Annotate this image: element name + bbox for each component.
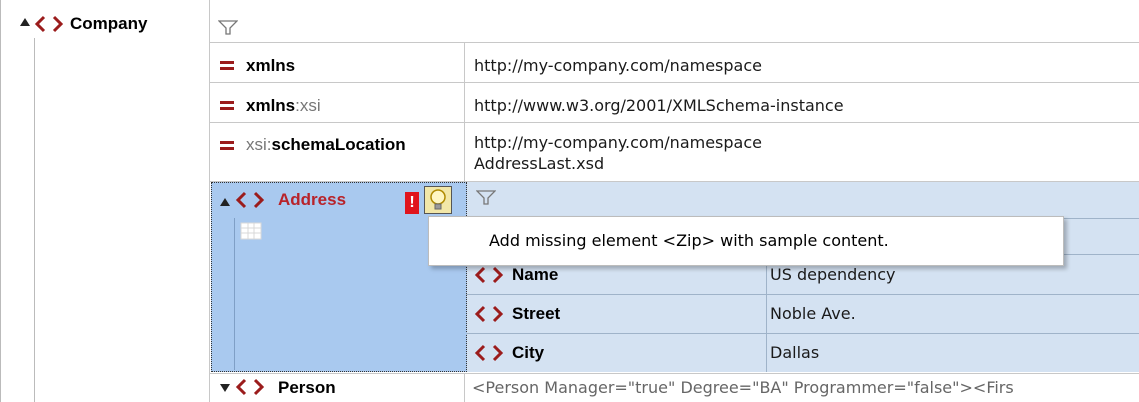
filter-funnel-icon[interactable] bbox=[476, 190, 496, 206]
collapse-triangle-icon[interactable] bbox=[220, 198, 230, 206]
address-child-row-city: City Dallas bbox=[466, 334, 1139, 372]
attribute-row-xmlns: xmlns http://my-company.com/namespace bbox=[210, 43, 1139, 81]
element-tag-icon bbox=[474, 266, 504, 284]
attribute-value-line-2[interactable]: AddressLast.xsd bbox=[474, 154, 604, 174]
child-element-value[interactable]: Noble Ave. bbox=[770, 304, 856, 324]
element-tag-icon bbox=[235, 378, 265, 396]
expand-triangle-icon[interactable] bbox=[220, 384, 230, 392]
child-element-name[interactable]: Name bbox=[512, 265, 558, 285]
table-view-icon[interactable] bbox=[240, 222, 262, 240]
tooltip-text[interactable]: Add missing element <Zip> with sample co… bbox=[489, 231, 889, 251]
attribute-value-line-1[interactable]: http://my-company.com/namespace bbox=[474, 133, 762, 153]
child-element-name[interactable]: City bbox=[512, 343, 544, 363]
attribute-name[interactable]: xsi:schemaLocation bbox=[246, 135, 406, 155]
company-row: Company bbox=[0, 0, 209, 38]
element-tag-icon bbox=[474, 344, 504, 362]
filter-funnel-icon[interactable] bbox=[218, 20, 238, 36]
collapse-triangle-icon[interactable] bbox=[20, 18, 30, 26]
attribute-value[interactable]: http://my-company.com/namespace bbox=[474, 56, 762, 76]
attribute-name[interactable]: xmlns bbox=[246, 56, 295, 76]
person-label[interactable]: Person bbox=[278, 378, 336, 398]
attribute-value[interactable]: http://www.w3.org/2001/XMLSchema-instanc… bbox=[474, 96, 844, 116]
element-tag-icon bbox=[235, 191, 265, 209]
child-element-name[interactable]: Street bbox=[512, 304, 560, 324]
attribute-row-xmlns-xsi: xmlns:xsi http://www.w3.org/2001/XMLSche… bbox=[210, 83, 1139, 121]
attribute-equals-icon bbox=[220, 139, 236, 151]
attribute-name[interactable]: xmlns:xsi bbox=[246, 96, 321, 116]
lightbulb-icon[interactable] bbox=[424, 186, 452, 214]
element-tag-icon bbox=[474, 305, 504, 323]
attribute-equals-icon bbox=[220, 59, 236, 71]
child-element-value[interactable]: US dependency bbox=[770, 265, 896, 285]
address-inner-gutter bbox=[234, 218, 235, 370]
company-label[interactable]: Company bbox=[70, 14, 147, 34]
person-preview[interactable]: <Person Manager="true" Degree="BA" Progr… bbox=[472, 378, 1014, 398]
attribute-row-schemalocation: xsi:schemaLocation http://my-company.com… bbox=[210, 123, 1139, 181]
attribute-equals-icon bbox=[220, 99, 236, 111]
fix-suggestion-tooltip[interactable]: Add missing element <Zip> with sample co… bbox=[428, 216, 1064, 266]
person-preview-clip: <Person Manager="true" Degree="BA" Progr… bbox=[472, 378, 1139, 402]
address-child-row-street: Street Noble Ave. bbox=[466, 295, 1139, 333]
child-element-value[interactable]: Dallas bbox=[770, 343, 819, 363]
address-label[interactable]: Address bbox=[278, 190, 346, 210]
element-tag-icon bbox=[34, 15, 64, 33]
error-exclamation-icon[interactable]: ! bbox=[405, 192, 419, 214]
